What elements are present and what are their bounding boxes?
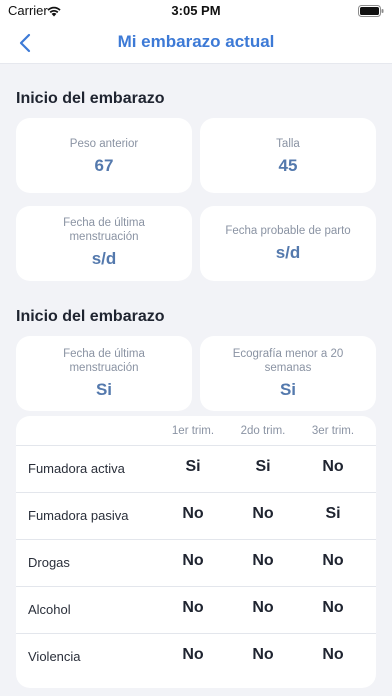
card-value: Si xyxy=(95,380,113,399)
table-cell: No xyxy=(182,599,204,616)
fum-si-card: Fecha de última menstruación Si xyxy=(16,336,192,411)
peso-anterior-card: Peso anterior 67 xyxy=(16,118,192,193)
table-cell: Si xyxy=(255,458,271,475)
card-value: 45 xyxy=(278,156,298,175)
risk-factors-table: 1er trim. 2do trim. 3er trim. Fumadora a… xyxy=(16,416,376,688)
card-label: Fecha de última menstruación xyxy=(63,217,145,243)
row-label: Fumadora pasiva xyxy=(28,508,129,523)
row-label: Violencia xyxy=(28,649,81,664)
table-cell: No xyxy=(322,552,344,569)
column-header: 2do trim. xyxy=(240,425,286,437)
table-cell: No xyxy=(252,599,274,616)
fum-card: Fecha de última menstruación s/d xyxy=(16,206,192,281)
row-label: Alcohol xyxy=(28,602,71,617)
section-title-inicio-2: Inicio del embarazo xyxy=(16,308,165,325)
ecografia-card: Ecografía menor a 20 semanas Si xyxy=(200,336,376,411)
column-header: 1er trim. xyxy=(171,425,215,437)
status-bar: Carrier 3:05 PM xyxy=(0,0,392,22)
table-cell: No xyxy=(322,646,344,663)
section-title-inicio: Inicio del embarazo xyxy=(16,90,165,107)
row-label: Fumadora activa xyxy=(28,461,125,476)
table-cell: No xyxy=(252,552,274,569)
table-cell: No xyxy=(182,505,204,522)
table-cell: No xyxy=(322,599,344,616)
table-cell: No xyxy=(322,458,344,475)
table-row: Fumadora activa Si Si No xyxy=(16,446,376,493)
fpp-card: Fecha probable de parto s/d xyxy=(200,206,376,281)
table-row: Fumadora pasiva No No Si xyxy=(16,493,376,540)
card-value: Si xyxy=(279,380,297,399)
talla-card: Talla 45 xyxy=(200,118,376,193)
table-cell: No xyxy=(182,552,204,569)
table-cell: No xyxy=(252,505,274,522)
card-value: s/d xyxy=(91,249,117,268)
card-label: Fecha probable de parto xyxy=(225,225,351,237)
card-label: Fecha de última menstruación xyxy=(63,348,145,374)
table-row: Alcohol No No No xyxy=(16,587,376,634)
table-header: 1er trim. 2do trim. 3er trim. xyxy=(16,416,376,446)
table-cell: No xyxy=(182,646,204,663)
card-value: 67 xyxy=(94,156,114,175)
card-label: Peso anterior xyxy=(69,138,139,150)
table-row: Drogas No No No xyxy=(16,540,376,587)
table-cell: Si xyxy=(325,505,341,522)
card-label: Ecografía menor a 20 semanas xyxy=(232,348,344,374)
table-cell: No xyxy=(252,646,274,663)
row-label: Drogas xyxy=(28,555,70,570)
page-title: Mi embarazo actual xyxy=(117,32,275,51)
battery-icon xyxy=(358,5,384,17)
table-row: Violencia No No No xyxy=(16,634,376,681)
card-label: Talla xyxy=(276,138,300,150)
navigation-bar: Mi embarazo actual xyxy=(0,22,392,64)
clock: 3:05 PM xyxy=(171,3,221,18)
table-cell: Si xyxy=(185,458,201,475)
column-header: 3er trim. xyxy=(311,425,355,437)
card-value: s/d xyxy=(275,243,301,262)
